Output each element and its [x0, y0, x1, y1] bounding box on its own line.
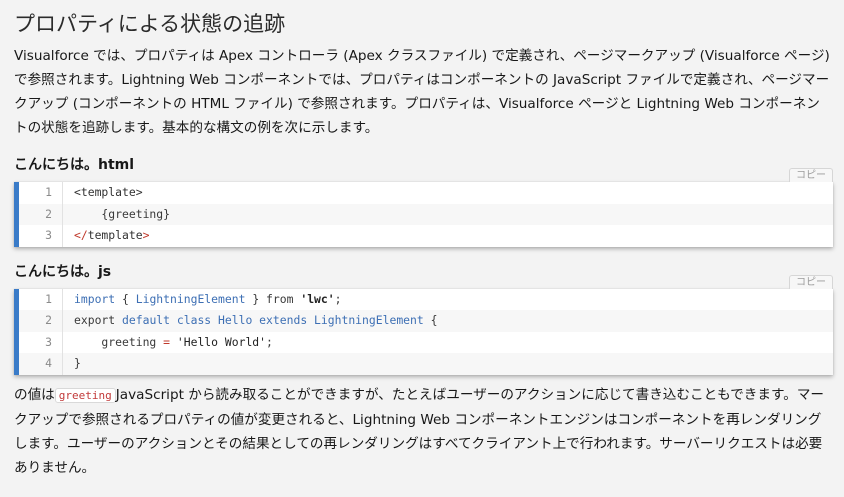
code-token: } from: [245, 291, 301, 306]
code-line: 3 greeting = 'Hello World';: [19, 331, 833, 354]
intro-paragraph: Visualforce では、プロパティは Apex コントローラ (Apex …: [14, 48, 830, 136]
code-line: 2 export default class Hello extends Ligh…: [19, 310, 833, 332]
code-token: 'lwc': [300, 291, 335, 306]
code-token: {: [423, 313, 438, 327]
code-token: {: [115, 291, 136, 306]
code-token: export: [74, 313, 123, 327]
outro-after: JavaScript から読み取ることができますが、たとえばユーザーのアクション…: [14, 386, 825, 476]
code-token: greeting: [74, 334, 164, 349]
outro-before: の値は: [14, 386, 55, 403]
outro-paragraph: の値は greeting JavaScript から読み取ることができますが、たとえ…: [14, 383, 833, 480]
code-token: =: [163, 334, 171, 349]
html-code-section: コピー 1 <template> 2 {greeting} 3 </template>: [14, 168, 833, 247]
line-number: 3: [19, 331, 63, 353]
code-text: import { LightningElement } from 'lwc';: [63, 289, 342, 311]
code-text: export default class Hello extends Light…: [63, 310, 437, 332]
page-title: プロパティによる状態の追跡: [14, 12, 286, 36]
code-line: 1 <template>: [19, 182, 833, 204]
code-token: 'Hello World': [176, 334, 267, 349]
code-text: }: [63, 353, 81, 375]
content-page: プロパティによる状態の追跡 Visualforce では、プロパティは Apex…: [0, 0, 844, 497]
js-file-heading: こんにちは。js: [14, 263, 112, 280]
code-token: <template>: [74, 185, 143, 199]
code-line: 2 {greeting}: [19, 203, 833, 226]
line-number: 2: [19, 203, 63, 225]
code-line: 1 import { LightningElement } from 'lwc';: [19, 288, 833, 311]
copy-button-js[interactable]: コピー: [789, 274, 833, 289]
code-token: default class Hello extends LightningEle…: [122, 313, 424, 327]
line-number: 2: [19, 310, 63, 332]
js-code-block: 1 import { LightningElement } from 'lwc';…: [14, 288, 833, 375]
code-token: import: [74, 291, 116, 306]
line-number: 1: [19, 288, 63, 310]
code-line: 3 </template>: [19, 225, 833, 247]
html-file-heading: こんにちは。html: [14, 157, 135, 173]
line-number: 1: [19, 182, 63, 204]
code-token: ;: [334, 291, 342, 306]
code-text: </template>: [63, 225, 149, 247]
code-token: }: [74, 356, 81, 370]
js-code-section: コピー 1 import { LightningElement } from 'l…: [14, 274, 833, 375]
inline-code-greeting: greeting: [54, 387, 116, 403]
code-line: 4}: [19, 353, 833, 375]
code-token: </: [74, 228, 88, 242]
code-text: {greeting}: [63, 204, 170, 226]
code-token: ;: [266, 334, 273, 349]
copy-button-html[interactable]: コピー: [789, 168, 833, 182]
code-token: template: [87, 228, 143, 242]
code-token: LightningElement: [135, 291, 246, 306]
html-code-block: 1 <template> 2 {greeting} 3 </template>: [14, 182, 833, 247]
code-token: {greeting}: [74, 206, 171, 221]
code-token: >: [142, 228, 150, 242]
code-text: <template>: [63, 182, 143, 204]
line-number: 3: [19, 225, 63, 247]
code-text: greeting = 'Hello World';: [63, 332, 273, 354]
line-number: 4: [19, 353, 63, 375]
